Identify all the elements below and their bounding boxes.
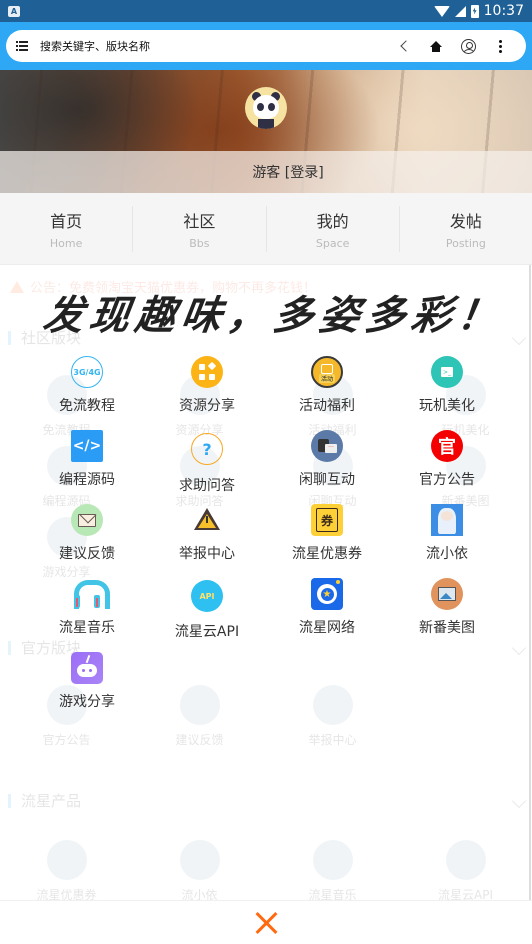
chevron-down-icon — [511, 640, 527, 655]
apps-icon — [191, 356, 223, 388]
terminal-icon: >_ — [431, 356, 463, 388]
chat-icon: ··· — [311, 430, 343, 462]
browser-toolbar: 搜索关键字、版块名称 — [0, 22, 532, 70]
login-link[interactable]: 游客 [登录] — [252, 162, 323, 182]
3g4g-icon: 3G/4G — [71, 356, 103, 388]
menu-item-resource-share[interactable]: 资源分享 — [147, 356, 267, 422]
envelope-icon — [71, 504, 103, 536]
tab-bbs[interactable]: 社区 Bbs — [133, 205, 267, 252]
warning-icon — [191, 504, 223, 536]
activity-gift-icon: 活动 — [311, 356, 343, 388]
home-icon — [430, 40, 442, 52]
api-icon: API — [191, 580, 223, 612]
scrollbar[interactable] — [529, 265, 531, 940]
slogan: 发现趣味，多姿多彩！ — [40, 292, 507, 339]
menu-item-free-flow[interactable]: 3G/4G 免流教程 — [27, 356, 147, 422]
more-icon — [498, 39, 502, 53]
battery-charging-icon — [470, 4, 479, 18]
back-icon — [400, 40, 412, 52]
menu-item-liuxiaoyi[interactable]: 流小依 — [387, 504, 507, 570]
headphones-icon — [71, 578, 110, 610]
menu-item-network[interactable]: ★ 流星网络 — [267, 578, 387, 644]
back-button[interactable] — [388, 32, 420, 60]
chevron-down-icon — [511, 793, 527, 808]
menu-item-coupon[interactable]: 券 流星优惠券 — [267, 504, 387, 570]
menu-item-feedback[interactable]: 建议反馈 — [27, 504, 147, 570]
menu-item-report[interactable]: 举报中心 — [147, 504, 267, 570]
clock: 10:37 — [483, 3, 524, 19]
menu-item-cloud-api[interactable]: API 流星云API — [147, 578, 267, 644]
menu-item-chat[interactable]: ··· 闲聊互动 — [267, 430, 387, 496]
avatar[interactable] — [245, 87, 287, 129]
menu-item-source-code[interactable]: </> 编程源码 — [27, 430, 147, 496]
official-icon: 官 — [431, 430, 463, 462]
panda-icon — [253, 95, 279, 119]
app-root: A 10:37 搜索关键字、版块名称 游客 [登录] 首页 Home 社区 Bb… — [0, 0, 532, 944]
tab-space[interactable]: 我的 Space — [267, 205, 400, 252]
menu-icon[interactable] — [16, 41, 28, 51]
search-input[interactable]: 搜索关键字、版块名称 — [40, 38, 388, 54]
chevron-down-icon — [511, 330, 527, 345]
warning-icon — [10, 280, 24, 293]
wifi-icon — [433, 5, 450, 17]
profile-banner: 游客 [登录] — [0, 70, 532, 193]
user-button[interactable] — [452, 32, 484, 60]
close-icon[interactable] — [253, 910, 279, 936]
section-header: 流星产品 — [8, 790, 527, 811]
main-nav: 首页 Home 社区 Bbs 我的 Space 发帖 Posting — [0, 193, 532, 265]
home-button[interactable] — [420, 32, 452, 60]
user-icon — [460, 38, 476, 54]
anime-girl-icon — [431, 504, 463, 536]
more-button[interactable] — [484, 32, 516, 60]
menu-item-anime-pics[interactable]: 新番美图 — [387, 578, 507, 644]
menu-item-music[interactable]: 流星音乐 — [27, 578, 147, 644]
tab-posting[interactable]: 发帖 Posting — [400, 206, 532, 252]
coupon-icon: 券 — [311, 504, 343, 536]
section-grid: 流星优惠券 流小依 流星音乐 流星云API — [0, 840, 532, 903]
menu-item-game-share[interactable]: 游戏分享 — [27, 652, 147, 718]
gamepad-icon — [71, 652, 103, 684]
star-network-icon: ★ — [311, 578, 343, 610]
tab-home[interactable]: 首页 Home — [0, 205, 134, 252]
menu-item-official-notice[interactable]: 官 官方公告 — [387, 430, 507, 496]
question-icon: ? — [191, 433, 223, 465]
user-strip: 游客 [登录] — [0, 151, 532, 193]
picture-icon — [431, 578, 463, 610]
status-bar: A 10:37 — [0, 0, 532, 22]
close-bar — [0, 900, 532, 944]
menu-item-phone-theme[interactable]: >_ 玩机美化 — [387, 356, 507, 422]
app-notification-icon: A — [8, 5, 20, 17]
search-box: 搜索关键字、版块名称 — [6, 30, 526, 62]
menu-item-activity[interactable]: 活动 活动福利 — [267, 356, 387, 422]
code-icon: </> — [71, 430, 103, 462]
menu-item-help-qa[interactable]: ? 求助问答 — [147, 430, 267, 496]
quick-menu-grid: 3G/4G 免流教程 资源分享 活动 活动福利 >_ 玩机美化 </> 编程源码… — [27, 356, 507, 718]
signal-icon — [454, 5, 466, 17]
